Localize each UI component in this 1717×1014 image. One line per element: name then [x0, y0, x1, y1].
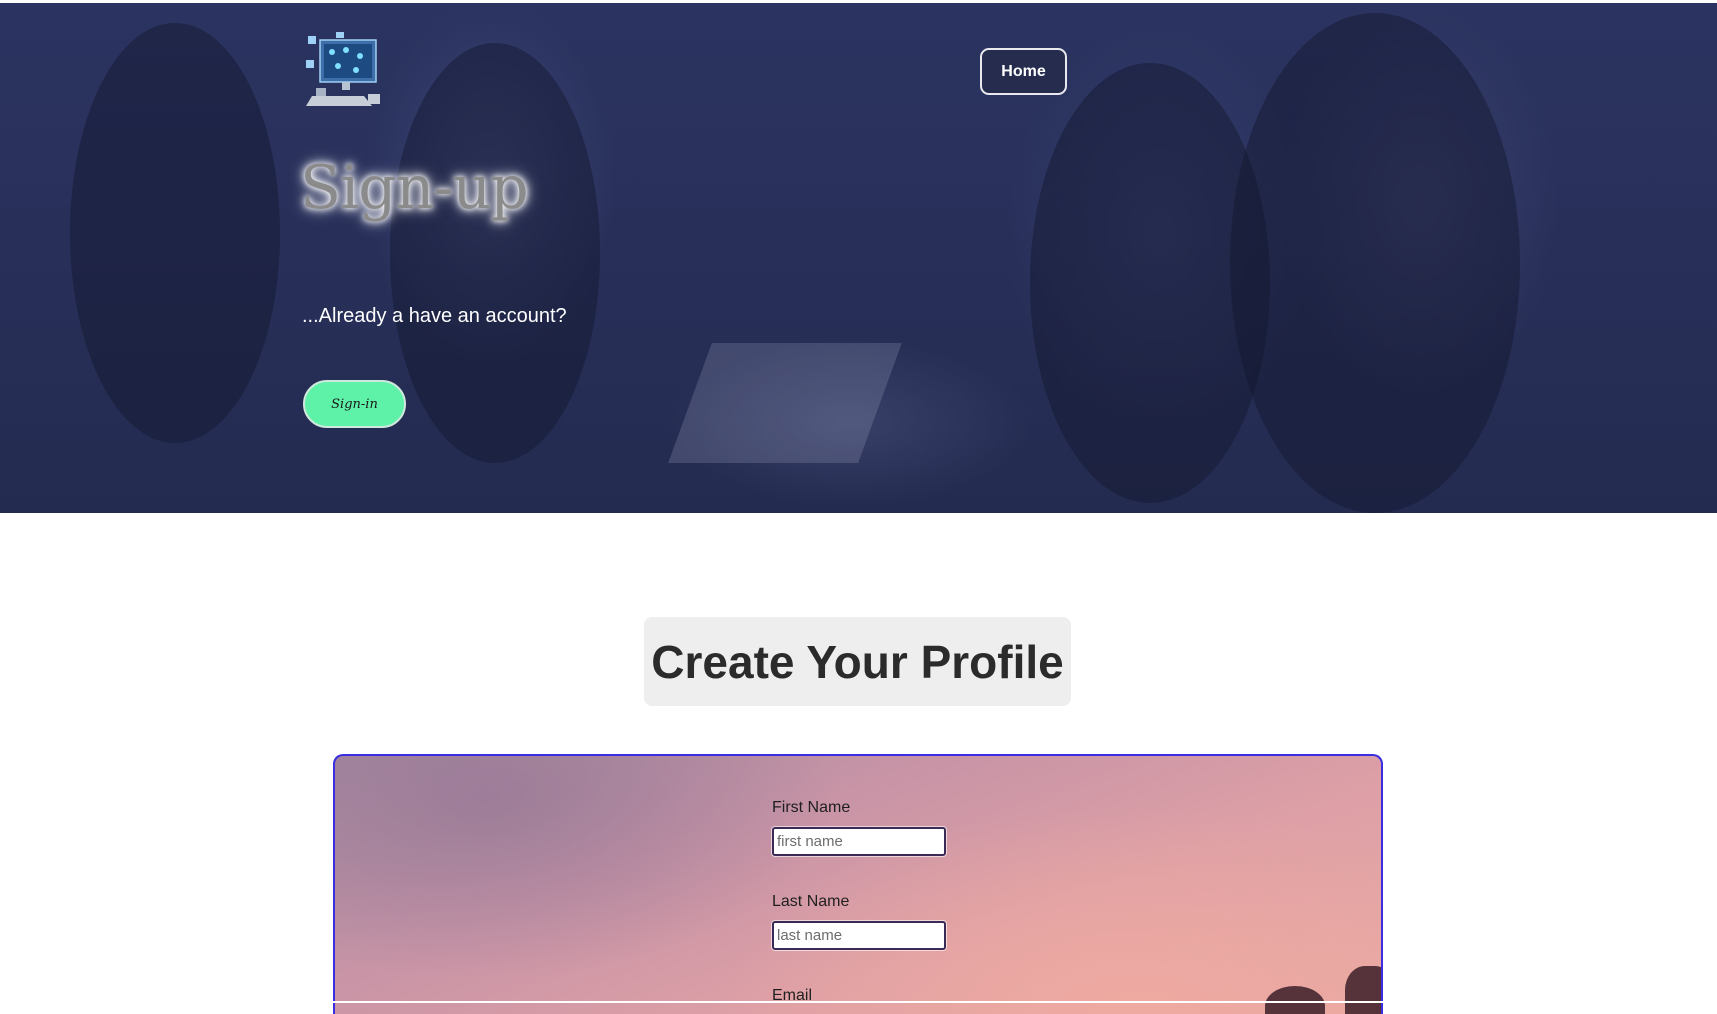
background-person — [390, 43, 600, 463]
background-laptop — [668, 343, 902, 463]
computer-network-icon — [306, 32, 380, 106]
home-button[interactable]: Home — [980, 48, 1067, 95]
profile-heading: Create Your Profile — [651, 635, 1064, 688]
last-name-label: Last Name — [772, 893, 850, 910]
first-name-label: First Name — [772, 799, 851, 816]
hero-section: Home Sign-up ...Already a have an accoun… — [0, 3, 1717, 513]
account-prompt: ...Already a have an account? — [302, 305, 567, 327]
background-person — [70, 23, 280, 443]
first-name-input[interactable] — [772, 827, 946, 856]
background-person — [1230, 13, 1520, 513]
last-name-input[interactable] — [772, 921, 946, 950]
profile-heading-box: Create Your Profile — [644, 617, 1071, 706]
tree-silhouette — [1345, 966, 1381, 1014]
page-title: Sign-up — [300, 153, 529, 223]
profile-form: First Name Last Name Email — [333, 754, 1383, 1014]
tree-silhouette — [1265, 986, 1325, 1014]
sign-in-button[interactable]: Sign-in — [303, 380, 406, 428]
